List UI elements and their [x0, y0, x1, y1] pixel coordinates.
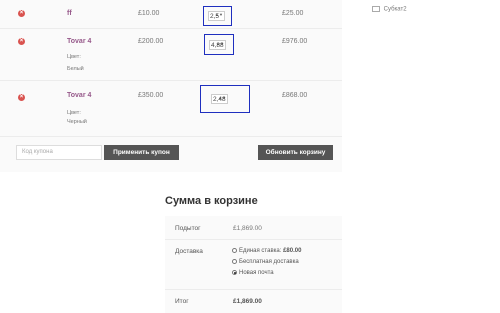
product-name-link[interactable]: Tovar 4: [67, 92, 91, 99]
quantity-input[interactable]: 2,5 ▲▼: [208, 11, 225, 21]
product-subtotal: £25.00: [282, 10, 304, 17]
cart-row: × ff £10.00 2,5 ▲▼ £25.00: [0, 0, 342, 29]
remove-item-icon[interactable]: ×: [18, 38, 25, 45]
variation-label: Цвет:: [67, 54, 81, 60]
subtotal-label: Подытог: [175, 225, 201, 232]
remove-item-icon[interactable]: ×: [18, 94, 25, 101]
variation-value: Черный: [67, 119, 87, 125]
product-price: £200.00: [138, 38, 164, 45]
product-price: £350.00: [138, 92, 164, 99]
product-name-link[interactable]: ff: [67, 10, 72, 17]
shipping-option-price: £80.00: [283, 248, 302, 254]
quantity-highlight: 4,88 ▲▼: [204, 34, 234, 55]
apply-coupon-button[interactable]: Применить купон: [104, 145, 179, 160]
total-value: £1,869.00: [233, 298, 262, 305]
spinner-icon[interactable]: ▲▼: [215, 13, 223, 17]
shipping-option-label: Новая почта: [239, 270, 274, 276]
spinner-icon[interactable]: ▲▼: [216, 41, 224, 46]
remove-item-icon[interactable]: ×: [18, 10, 25, 17]
variation-label: Цвет:: [67, 110, 81, 116]
product-price: £10.00: [138, 10, 160, 17]
radio-checked-icon[interactable]: [232, 270, 237, 275]
radio-icon[interactable]: [232, 248, 237, 253]
product-subtotal: £976.00: [282, 38, 308, 45]
shipping-option-flat-rate[interactable]: Единая ставка: £80.00: [232, 248, 301, 254]
cart-row: × Tovar 4 Цвет: Белый £200.00 4,88 ▲▼ £9…: [0, 28, 342, 81]
quantity-highlight: 2,5 ▲▼: [203, 6, 232, 26]
shipping-option-free[interactable]: Бесплатная доставка: [232, 259, 299, 265]
shipping-label: Доставка: [175, 248, 203, 255]
quantity-highlight: 2,48 ▲▼: [200, 85, 250, 113]
radio-icon[interactable]: [232, 259, 237, 264]
spinner-icon[interactable]: ▲▼: [218, 96, 226, 100]
quantity-input[interactable]: 2,48 ▲▼: [211, 94, 228, 104]
total-label: Итог: [175, 298, 189, 305]
coupon-input[interactable]: Код купона: [16, 145, 102, 160]
cart-table: × ff £10.00 2,5 ▲▼ £25.00 × Tovar 4 Цвет…: [0, 0, 342, 172]
subtotal-value: £1,869.00: [233, 225, 262, 232]
variation-value: Белый: [67, 66, 84, 72]
subtotal-row: Подытог £1,869.00: [165, 216, 342, 240]
shipping-option-nova-poshta[interactable]: Новая почта: [232, 270, 274, 276]
shipping-row: Доставка Единая ставка: £80.00 Бесплатна…: [165, 239, 342, 290]
sidebar-category-label: Субкат2: [383, 6, 407, 13]
cart-totals-table: Подытог £1,869.00 Доставка Единая ставка…: [165, 216, 342, 313]
quantity-input[interactable]: 4,88 ▲▼: [209, 39, 226, 50]
product-name-link[interactable]: Tovar 4: [67, 38, 91, 45]
cart-row: × Tovar 4 Цвет: Черный £350.00 2,48 ▲▼ £…: [0, 80, 342, 137]
folder-icon: [372, 6, 380, 12]
update-cart-button[interactable]: Обновить корзину: [258, 145, 333, 160]
shipping-option-label: Единая ставка:: [239, 248, 282, 254]
shipping-option-label: Бесплатная доставка: [239, 259, 299, 265]
product-subtotal: £868.00: [282, 92, 308, 99]
cart-totals-title: Сумма в корзине: [165, 195, 258, 207]
sidebar-category-item[interactable]: Субкат2: [372, 6, 407, 13]
total-row: Итог £1,869.00: [165, 289, 342, 313]
